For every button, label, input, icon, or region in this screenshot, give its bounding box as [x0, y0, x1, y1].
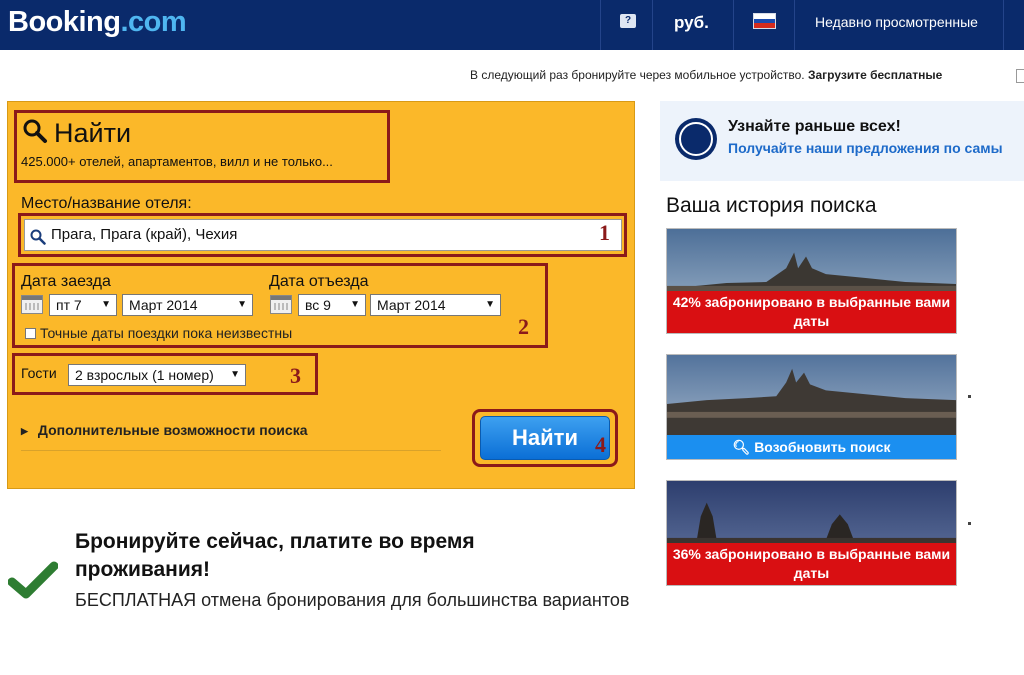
logo-main: Booking	[8, 6, 121, 38]
annotation-number-4: 4	[595, 432, 606, 457]
checkout-day-select[interactable]: вс 9 ▼	[298, 294, 366, 316]
history-card[interactable]: 42% забронировано в выбранные вами даты	[666, 228, 957, 334]
checkin-month-value: Март 2014	[129, 297, 198, 313]
search-history-title: Ваша история поиска	[666, 194, 877, 217]
checkin-label: Дата заезда	[21, 273, 111, 290]
search-icon: 🔍︎	[732, 439, 755, 455]
phone-icon	[1016, 69, 1024, 83]
triangle-right-icon: ▶	[21, 426, 28, 436]
history-card[interactable]: 🔍︎ Возобновить поиск	[666, 354, 957, 460]
header-divider	[794, 0, 795, 50]
annotation-number-1: 1	[599, 220, 610, 245]
chevron-down-icon: ▼	[350, 299, 360, 310]
guests-label: Гости	[21, 365, 57, 381]
header-divider	[733, 0, 734, 50]
flexible-dates-label[interactable]: Точные даты поездки пока неизвестны	[40, 325, 292, 341]
recently-viewed-link[interactable]: Недавно просмотренные	[815, 14, 978, 30]
promo-title: Бронируйте сейчас, платите во время прож…	[75, 530, 475, 581]
destination-label: Место/название отеля:	[21, 195, 192, 212]
guests-select[interactable]: 2 взрослых (1 номер) ▼	[68, 364, 246, 386]
search-submit-button[interactable]: Найти	[480, 416, 610, 460]
history-card[interactable]: 36% забронировано в выбранные вами даты	[666, 480, 957, 586]
calendar-icon[interactable]	[270, 295, 292, 314]
calendar-icon[interactable]	[21, 295, 43, 314]
more-options-label: Дополнительные возможности поиска	[37, 422, 308, 438]
annotation-number-3: 3	[290, 363, 301, 388]
search-panel: Найти 425.000+ отелей, апартаментов, вил…	[7, 101, 635, 489]
checkin-day-select[interactable]: пт 7 ▼	[49, 294, 117, 316]
chevron-down-icon: ▼	[230, 369, 240, 380]
checkout-month-select[interactable]: Март 2014 ▼	[370, 294, 501, 316]
logo-suffix: .com	[120, 6, 187, 38]
chevron-down-icon: ▼	[237, 299, 247, 310]
guests-value: 2 взрослых (1 номер)	[75, 367, 214, 383]
checkout-month-value: Март 2014	[377, 297, 446, 313]
top-navigation-bar: Booking.com ? руб. Недавно просмотренные	[0, 0, 1024, 50]
resume-search-button[interactable]: 🔍︎ Возобновить поиск	[667, 435, 956, 459]
annotation-number-2: 2	[518, 314, 529, 339]
checkout-day-value: вс 9	[305, 297, 331, 313]
bell-icon	[675, 118, 717, 160]
notification-title: Узнайте раньше всех!	[728, 118, 901, 135]
header-divider	[1003, 0, 1004, 50]
question-icon[interactable]: ?	[620, 14, 636, 28]
search-heading: Найти	[22, 118, 131, 151]
history-card-label: 36% забронировано в выбранные вами даты	[667, 543, 956, 585]
more-search-options-toggle[interactable]: ▶ Дополнительные возможности поиска	[21, 422, 307, 438]
flexible-dates-checkbox[interactable]	[25, 328, 36, 339]
decorative-dot	[968, 522, 971, 525]
search-icon	[30, 229, 46, 250]
russia-flag-icon[interactable]	[753, 13, 776, 29]
currency-selector[interactable]: руб.	[674, 13, 709, 33]
history-card-label: 42% забронировано в выбранные вами даты	[667, 291, 956, 333]
search-icon	[22, 118, 48, 151]
checkin-month-select[interactable]: Март 2014 ▼	[122, 294, 253, 316]
booking-logo[interactable]: Booking.com	[8, 6, 187, 39]
checkout-label: Дата отъезда	[269, 273, 369, 290]
divider	[21, 450, 441, 451]
header-divider	[652, 0, 653, 50]
decorative-dot	[968, 395, 971, 398]
destination-input[interactable]: Прага, Прага (край), Чехия	[24, 219, 622, 251]
mobile-notice-text: В следующий раз бронируйте через мобильн…	[470, 68, 805, 82]
mobile-app-notice: В следующий раз бронируйте через мобильн…	[470, 68, 942, 82]
promo-subtitle: БЕСПЛАТНАЯ отмена бронирования для больш…	[75, 590, 630, 610]
search-subtitle: 425.000+ отелей, апартаментов, вилл и не…	[21, 154, 333, 169]
resume-search-label: Возобновить поиск	[754, 439, 891, 455]
download-app-link[interactable]: Загрузите бесплатные	[808, 68, 942, 82]
header-divider	[600, 0, 601, 50]
chevron-down-icon: ▼	[485, 299, 495, 310]
chevron-down-icon: ▼	[101, 299, 111, 310]
search-title: Найти	[54, 118, 132, 148]
checkin-day-value: пт 7	[56, 297, 82, 313]
checkmark-icon	[7, 560, 59, 605]
notification-link[interactable]: Получайте наши предложения по самы	[728, 140, 1003, 156]
